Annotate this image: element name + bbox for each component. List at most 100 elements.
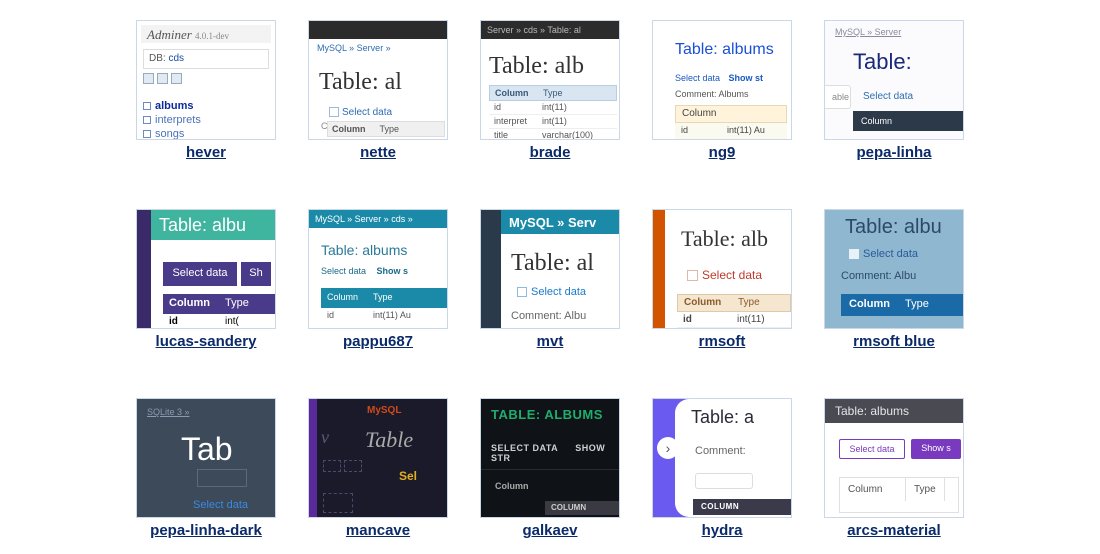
tool-icon[interactable] (157, 73, 168, 84)
table-row: idint(11) (677, 312, 791, 328)
table-link[interactable]: albums (143, 99, 201, 113)
page-title: Table: al (511, 250, 594, 277)
breadcrumb-bar[interactable]: Server » cds » Table: al (481, 21, 619, 39)
page-title: Table: albu (845, 216, 942, 239)
page-title: Table: albums (321, 242, 407, 258)
theme-link[interactable]: pepa-linha (856, 144, 931, 161)
sidebar (137, 210, 151, 328)
theme-link[interactable]: mvt (537, 333, 564, 350)
table-row: idint( (163, 314, 275, 329)
select-data-link[interactable]: Select data (675, 73, 720, 83)
theme-thumbnail[interactable]: Table: albu Select data Sh ColumnType id… (136, 209, 276, 329)
table-row: idint(11) Au (321, 308, 447, 324)
sidebar (481, 210, 501, 328)
theme-thumbnail[interactable]: MySQL » Server » Table: al Select data C… (308, 20, 448, 140)
box-icon[interactable] (323, 493, 353, 513)
breadcrumb[interactable]: MySQL » Server » (317, 43, 391, 53)
show-structure-button[interactable]: Show s (911, 439, 961, 459)
theme-thumbnail[interactable]: Table: albums Select data Show s Column … (824, 398, 964, 518)
select-data-button[interactable]: Select data (839, 439, 905, 459)
page-title: Table: a (691, 407, 754, 428)
show-structure-link[interactable]: Show s (377, 266, 409, 276)
select-data-link[interactable]: Select data (849, 248, 918, 260)
theme-card-arcs-material: Table: albums Select data Show s Column … (824, 398, 964, 539)
table-header: Column (675, 105, 787, 123)
theme-thumbnail[interactable]: Adminer 4.0.1-dev DB: cds albums interpr… (136, 20, 276, 140)
dev-badge: v (321, 427, 329, 448)
theme-link[interactable]: lucas-sandery (156, 333, 257, 350)
theme-thumbnail[interactable]: MySQL » Server » cds » Table: albums Sel… (308, 209, 448, 329)
select-data-link[interactable]: Sel (399, 469, 417, 483)
table-header: ColumnType (489, 85, 617, 101)
theme-link[interactable]: pappu687 (343, 333, 413, 350)
chevron-right-icon[interactable]: › (657, 437, 679, 459)
theme-link[interactable]: rmsoft blue (853, 333, 935, 350)
table-link[interactable]: interprets (143, 113, 201, 127)
theme-link[interactable]: rmsoft (699, 333, 746, 350)
select-data-link[interactable]: Select data (687, 268, 762, 282)
theme-link[interactable]: arcs-material (847, 522, 940, 539)
theme-thumbnail[interactable]: MySQL » Serv Table: al Select data Comme… (480, 209, 620, 329)
select-data-link[interactable]: Select data (321, 266, 366, 276)
breadcrumb-bar[interactable]: MySQL » Server » cds » (309, 210, 447, 228)
gallery-row: Table: albu Select data Sh ColumnType id… (136, 209, 964, 350)
theme-link[interactable]: hever (186, 144, 226, 161)
comment-text: Comment: Albu (511, 310, 586, 322)
panel-box (197, 469, 247, 487)
accent-stripe (309, 399, 317, 517)
theme-thumbnail[interactable]: TABLE: ALBUMS SELECT DATA SHOW STR Colum… (480, 398, 620, 518)
select-data-button[interactable]: Select data (163, 262, 237, 286)
theme-card-mancave: MySQL v Table Sel mancave (308, 398, 448, 539)
theme-link[interactable]: galkaev (522, 522, 577, 539)
theme-link[interactable]: pepa-linha-dark (150, 522, 262, 539)
theme-link[interactable]: mancave (346, 522, 410, 539)
breadcrumb-bar[interactable]: MySQL » Serv (501, 210, 619, 234)
table-header: ColumnType (163, 294, 275, 314)
divider (481, 469, 619, 470)
columns-table: Column Type (839, 477, 959, 513)
tool-icon[interactable] (171, 73, 182, 84)
breadcrumb[interactable]: MySQL (367, 405, 401, 416)
theme-card-pepa-linha: MySQL » Server Table: able Select data C… (824, 20, 964, 161)
tool-icon[interactable] (143, 73, 154, 84)
select-data-link[interactable]: Select data (193, 499, 248, 511)
theme-thumbnail[interactable]: SQLite 3 » Tab Select data (136, 398, 276, 518)
input-pill[interactable] (695, 473, 753, 489)
theme-link[interactable]: hydra (702, 522, 743, 539)
theme-gallery: Adminer 4.0.1-dev DB: cds albums interpr… (0, 20, 1100, 539)
select-data-link[interactable]: Select data (329, 107, 392, 118)
select-data-button[interactable]: SELECT DATA (491, 443, 558, 453)
db-value: cds (168, 53, 184, 64)
theme-thumbnail[interactable]: Table: alb Select data ColumnType idint(… (652, 209, 792, 329)
breadcrumb[interactable]: SQLite 3 » (147, 407, 190, 417)
table-header: ColumnType (677, 294, 791, 312)
page-title: Table: alb (681, 226, 768, 252)
sidebar-box[interactable]: able (824, 85, 851, 109)
theme-thumbnail[interactable]: Server » cds » Table: al Table: alb Colu… (480, 20, 620, 140)
theme-thumbnail[interactable]: Table: albums Select data Show st Commen… (652, 20, 792, 140)
app-header: Adminer 4.0.1-dev (141, 25, 271, 43)
show-structure-button[interactable]: Sh (241, 262, 271, 286)
show-structure-link[interactable]: Show st (729, 73, 764, 83)
comment-text: Comment: (695, 445, 746, 457)
grid-icon (687, 270, 698, 281)
breadcrumb[interactable]: MySQL » Server (835, 27, 901, 37)
box-icon[interactable] (344, 460, 362, 472)
select-data-link[interactable]: Select data (517, 286, 586, 298)
theme-card-pappu687: MySQL » Server » cds » Table: albums Sel… (308, 209, 448, 350)
theme-link[interactable]: ng9 (709, 144, 736, 161)
theme-card-lucas-sandery: Table: albu Select data Sh ColumnType id… (136, 209, 276, 350)
theme-thumbnail[interactable]: › Table: a Comment: COLUMN (652, 398, 792, 518)
select-data-link[interactable]: Select data (863, 91, 913, 102)
theme-link[interactable]: brade (530, 144, 571, 161)
theme-thumbnail[interactable]: Table: albu Select data Comment: Albu Co… (824, 209, 964, 329)
theme-thumbnail[interactable]: MySQL » Server Table: able Select data C… (824, 20, 964, 140)
title-bar: Table: albums (825, 399, 963, 423)
app-name: Adminer (147, 27, 192, 42)
table-link[interactable]: songs (143, 127, 201, 140)
box-icon[interactable] (323, 460, 341, 472)
theme-thumbnail[interactable]: MySQL v Table Sel (308, 398, 448, 518)
theme-link[interactable]: nette (360, 144, 396, 161)
db-selector[interactable]: DB: cds (143, 49, 269, 69)
page-title: Table: alb (489, 53, 584, 80)
